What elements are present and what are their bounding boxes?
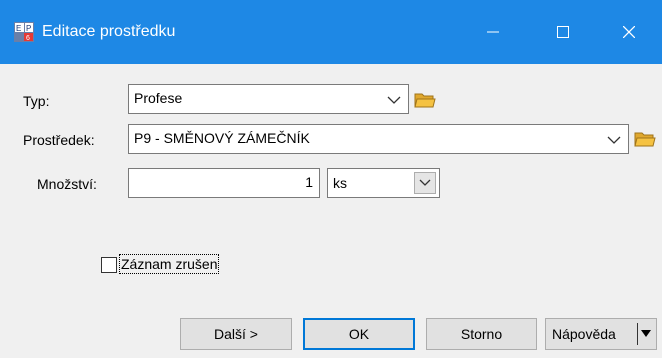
cancel-button[interactable]: Storno — [426, 318, 537, 350]
prostredek-select[interactable]: P9 - SMĚNOVÝ ZÁMEČNÍK — [128, 124, 629, 154]
dialog-window: E P 6 Editace prostředku Typ: Profese Pr… — [0, 0, 662, 358]
minimize-button[interactable] — [470, 18, 516, 46]
caret-down-icon[interactable] — [641, 330, 651, 337]
unit-dropdown-button[interactable] — [414, 172, 436, 194]
next-button[interactable]: Další > — [180, 318, 292, 350]
chevron-down-icon — [419, 179, 431, 186]
help-button-label: Nápověda — [552, 326, 616, 342]
chevron-down-icon — [607, 136, 621, 144]
ok-button-label: OK — [348, 326, 370, 342]
typ-value: Profese — [134, 90, 183, 106]
svg-text:6: 6 — [26, 35, 30, 42]
minimize-icon — [487, 31, 499, 33]
chevron-down-icon — [387, 96, 401, 104]
mnozstvi-input[interactable]: 1 — [128, 168, 320, 198]
zaznam-zrusen-label[interactable]: Záznam zrušen — [118, 254, 220, 274]
window-title: Editace prostředku — [42, 23, 176, 40]
cancel-button-label: Storno — [460, 326, 503, 342]
unit-select[interactable]: ks — [327, 168, 440, 198]
ok-button[interactable]: OK — [303, 318, 415, 350]
help-button[interactable]: Nápověda — [545, 318, 657, 350]
close-button[interactable] — [606, 18, 652, 46]
prostredek-value: P9 - SMĚNOVÝ ZÁMEČNÍK — [134, 130, 310, 146]
typ-select[interactable]: Profese — [128, 84, 409, 114]
app-ep-icon: E P 6 — [14, 22, 34, 42]
typ-label: Typ: — [23, 93, 50, 109]
maximize-button[interactable] — [540, 18, 586, 46]
maximize-icon — [557, 26, 569, 38]
folder-open-icon[interactable] — [414, 90, 436, 110]
prostredek-label: Prostředek: — [23, 132, 95, 148]
mnozstvi-label: Množství: — [37, 176, 97, 192]
svg-text:P: P — [26, 24, 31, 33]
unit-value: ks — [333, 175, 347, 191]
close-icon — [623, 26, 635, 38]
folder-open-icon[interactable] — [634, 129, 656, 149]
next-button-label: Další > — [214, 326, 258, 342]
svg-text:E: E — [16, 24, 21, 33]
mnozstvi-value: 1 — [305, 174, 313, 190]
split-divider — [637, 323, 638, 345]
zaznam-zrusen-checkbox[interactable] — [101, 257, 117, 273]
title-bar[interactable]: E P 6 Editace prostředku — [0, 0, 662, 64]
